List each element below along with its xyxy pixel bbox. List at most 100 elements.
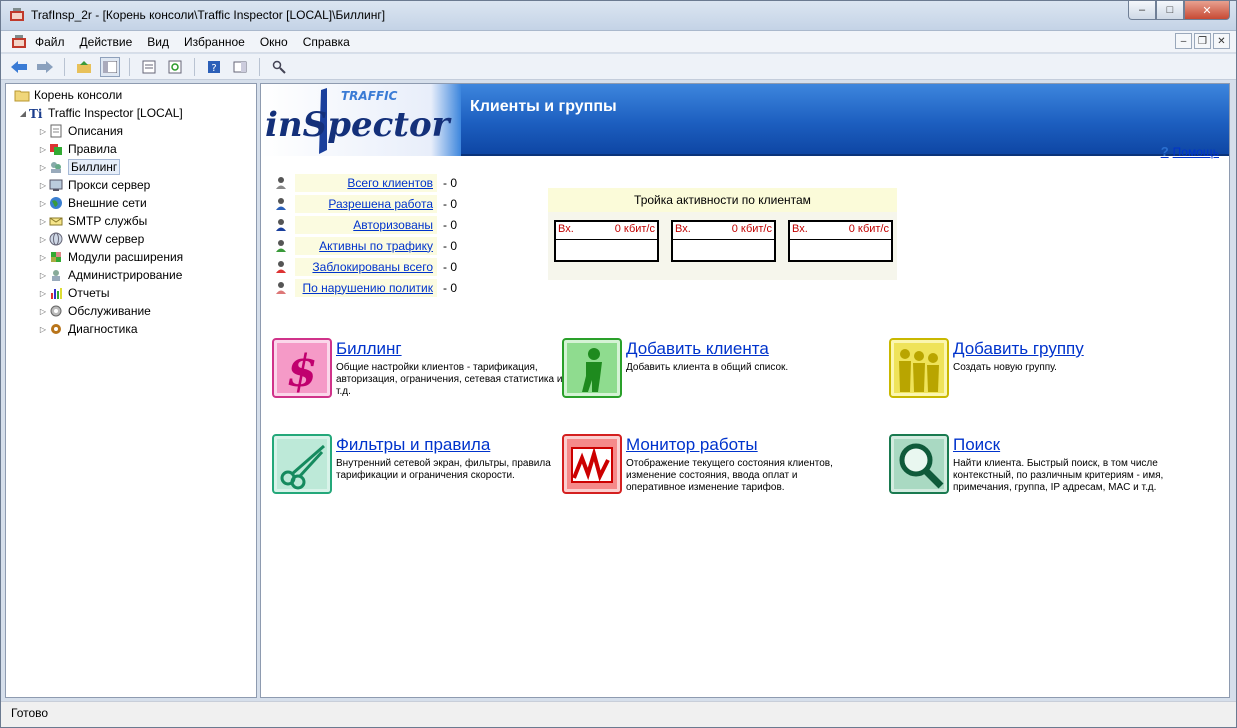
mdi-minimize-button[interactable]: – (1175, 33, 1192, 49)
tree-item-descriptions[interactable]: ▷ Описания (6, 122, 256, 140)
scissors-icon[interactable] (272, 434, 332, 494)
header-banner: TRAFFIC inSpector Клиенты и группы (261, 84, 1229, 156)
tree-item-diagnostics[interactable]: ▷ Диагностика (6, 320, 256, 338)
tree-item-smtp[interactable]: ▷ SMTP службы (6, 212, 256, 230)
mdi-restore-button[interactable]: ❐ (1194, 33, 1211, 49)
tree-item-billing[interactable]: ▷ Биллинг (6, 158, 256, 176)
stat-link-authorized[interactable]: Авторизованы (295, 215, 437, 234)
console-icon[interactable] (11, 34, 27, 50)
stat-link-policy[interactable]: По нарушению политик (295, 278, 437, 297)
console-tree: Корень консоли ◢ Ti Traffic Inspector [L… (5, 83, 257, 698)
action-add-client: Добавить клиента Добавить клиента в общи… (562, 338, 856, 398)
menu-help[interactable]: Справка (303, 35, 350, 49)
help-link[interactable]: ? Помощь (1161, 144, 1219, 159)
stat-link-total[interactable]: Всего клиентов (295, 173, 437, 192)
tree-item-maintenance[interactable]: ▷ Обслуживание (6, 302, 256, 320)
stat-link-active[interactable]: Активны по трафику (295, 236, 437, 255)
add-client-icon[interactable] (562, 338, 622, 398)
add-group-icon[interactable] (889, 338, 949, 398)
expand-icon[interactable]: ▷ (38, 199, 48, 208)
action-title[interactable]: Добавить клиента (626, 338, 856, 360)
mdi-controls: – ❐ ✕ (1175, 33, 1230, 49)
close-button[interactable]: ✕ (1184, 1, 1230, 20)
expand-icon[interactable]: ▷ (38, 217, 48, 226)
collapse-icon[interactable]: ◢ (18, 109, 28, 118)
descriptions-icon (48, 124, 64, 138)
activity-box: Вх. 0 кбит/с (788, 220, 893, 262)
status-bar: Готово (1, 701, 1236, 727)
stat-value: - 0 (443, 259, 458, 274)
client-stats: Всего клиентов - 0 Разрешена работа - 0 … (273, 172, 457, 298)
expand-icon[interactable]: ▷ (38, 181, 48, 190)
billing-icon (48, 160, 64, 174)
main-window: TrafInsp_2r - [Корень консоли\Traffic In… (0, 0, 1237, 728)
monitor-chart-icon[interactable] (562, 434, 622, 494)
mdi-close-button[interactable]: ✕ (1213, 33, 1230, 49)
tree-item-proxy[interactable]: ▷ Прокси сервер (6, 176, 256, 194)
action-description: Найти клиента. Быстрый поиск, в том числ… (953, 458, 1164, 493)
tree-item-www[interactable]: ▷ WWW сервер (6, 230, 256, 248)
search-icon[interactable] (269, 57, 289, 77)
tree-item-administration[interactable]: ▷ Администрирование (6, 266, 256, 284)
logo-graphic: TRAFFIC inSpector (261, 84, 461, 156)
stat-value: - 0 (443, 175, 458, 190)
expand-icon[interactable]: ▷ (38, 127, 48, 136)
action-pane-icon[interactable] (230, 57, 250, 77)
menu-window[interactable]: Окно (260, 35, 288, 49)
activity-box: Вх. 0 кбит/с (671, 220, 776, 262)
up-folder-icon[interactable] (74, 57, 94, 77)
rules-icon (48, 142, 64, 156)
title-bar: TrafInsp_2r - [Корень консоли\Traffic In… (1, 1, 1236, 31)
administration-icon (48, 268, 64, 282)
folder-icon (14, 88, 30, 102)
tree-item-reports[interactable]: ▷ Отчеты (6, 284, 256, 302)
action-billing: $ Биллинг Общие настройки клиентов - тар… (272, 338, 566, 398)
stat-link-allowed[interactable]: Разрешена работа (295, 194, 437, 213)
tree-root[interactable]: Корень консоли (6, 86, 256, 104)
expand-icon[interactable]: ▷ (38, 271, 48, 280)
minimize-button[interactable]: – (1128, 1, 1156, 20)
expand-icon[interactable]: ▷ (38, 289, 48, 298)
action-description: Внутренний сетевой экран, фильтры, прави… (336, 458, 551, 481)
properties-icon[interactable] (139, 57, 159, 77)
refresh-icon[interactable] (165, 57, 185, 77)
stat-value: - 0 (443, 280, 458, 295)
svg-text:?: ? (211, 63, 216, 74)
globe-icon (48, 196, 64, 210)
expand-icon[interactable]: ▷ (38, 235, 48, 244)
expand-icon[interactable]: ▷ (38, 307, 48, 316)
puzzle-icon (48, 250, 64, 264)
menu-favorites[interactable]: Избранное (184, 35, 245, 49)
toolbar: ? (1, 54, 1236, 80)
back-arrow-icon[interactable] (9, 57, 29, 77)
magnifier-icon[interactable] (889, 434, 949, 494)
tree-item-modules[interactable]: ▷ Модули расширения (6, 248, 256, 266)
forward-arrow-icon[interactable] (35, 57, 55, 77)
maximize-button[interactable]: □ (1156, 1, 1184, 20)
action-title[interactable]: Добавить группу (953, 338, 1183, 360)
action-search: Поиск Найти клиента. Быстрый поиск, в то… (889, 434, 1183, 494)
action-title[interactable]: Монитор работы (626, 434, 856, 456)
tree-item-rules[interactable]: ▷ Правила (6, 140, 256, 158)
action-description: Добавить клиента в общий список. (626, 362, 789, 373)
show-tree-icon[interactable] (100, 56, 120, 77)
expand-icon[interactable]: ▷ (38, 163, 48, 172)
expand-icon[interactable]: ▷ (38, 145, 48, 154)
help-question-icon: ? (1160, 144, 1169, 159)
action-title[interactable]: Биллинг (336, 338, 566, 360)
stat-link-blocked[interactable]: Заблокированы всего (295, 257, 437, 276)
svg-text:$: $ (287, 346, 318, 397)
expand-icon[interactable]: ▷ (38, 325, 48, 334)
menu-file[interactable]: Файл (35, 35, 65, 49)
action-title[interactable]: Поиск (953, 434, 1183, 456)
tree-item-external-networks[interactable]: ▷ Внешние сети (6, 194, 256, 212)
maintenance-icon (48, 304, 64, 318)
content-pane: TRAFFIC inSpector Клиенты и группы ? Пом… (260, 83, 1230, 698)
help-icon[interactable]: ? (204, 57, 224, 77)
menu-action[interactable]: Действие (80, 35, 133, 49)
action-title[interactable]: Фильтры и правила (336, 434, 566, 456)
expand-icon[interactable]: ▷ (38, 253, 48, 262)
billing-dollar-icon[interactable]: $ (272, 338, 332, 398)
tree-server[interactable]: ◢ Ti Traffic Inspector [LOCAL] (6, 104, 256, 122)
menu-view[interactable]: Вид (147, 35, 169, 49)
